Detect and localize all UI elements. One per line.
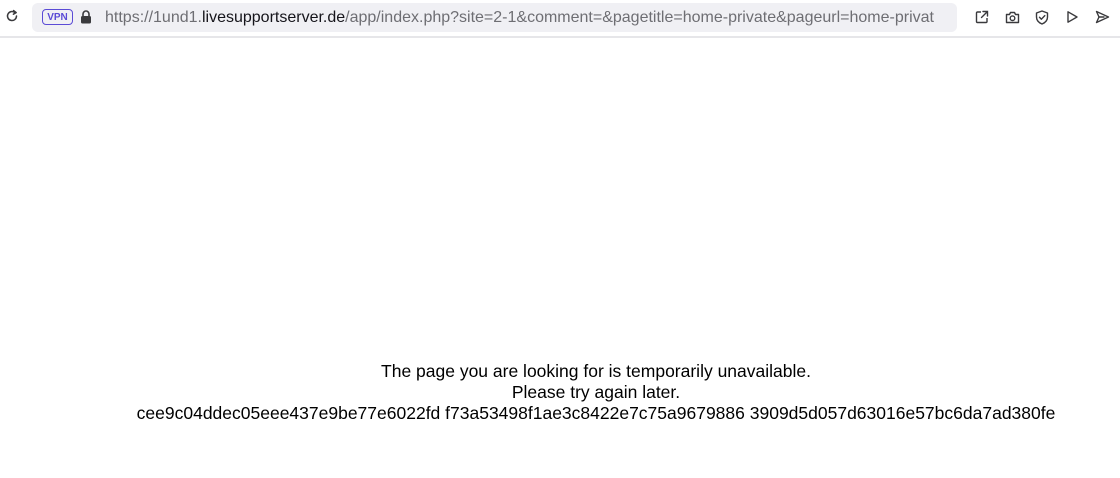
share-icon[interactable] <box>973 8 991 26</box>
url-scheme: https:// <box>105 9 154 26</box>
unavailable-text: The page you are looking for is temporar… <box>381 361 811 381</box>
camera-icon[interactable] <box>1003 8 1021 26</box>
url-host: livesupportserver.de <box>201 9 346 26</box>
url-text[interactable]: https://1und1.livesupportserver.de/app/i… <box>105 8 955 27</box>
send-icon[interactable] <box>1093 8 1111 26</box>
error-message: The page you are looking for is temporar… <box>0 361 1120 424</box>
url-path: /app/index.php?site=2-1&comment=&pagetit… <box>345 9 934 26</box>
reload-icon[interactable] <box>3 7 21 25</box>
address-bar[interactable]: VPN https://1und1.livesupportserver.de/a… <box>32 3 957 32</box>
url-subdomain: 1und1. <box>153 9 202 26</box>
url-fade <box>945 3 957 32</box>
error-hash-text: cee9c04ddec05eee437e9be77e6022fd f73a534… <box>136 403 1056 423</box>
shield-icon[interactable] <box>1033 8 1051 26</box>
browser-toolbar: VPN https://1und1.livesupportserver.de/a… <box>0 0 1120 38</box>
play-icon[interactable] <box>1063 8 1081 26</box>
vpn-badge[interactable]: VPN <box>42 9 73 25</box>
lock-icon[interactable] <box>80 10 92 24</box>
retry-text: Please try again later. <box>511 382 681 402</box>
